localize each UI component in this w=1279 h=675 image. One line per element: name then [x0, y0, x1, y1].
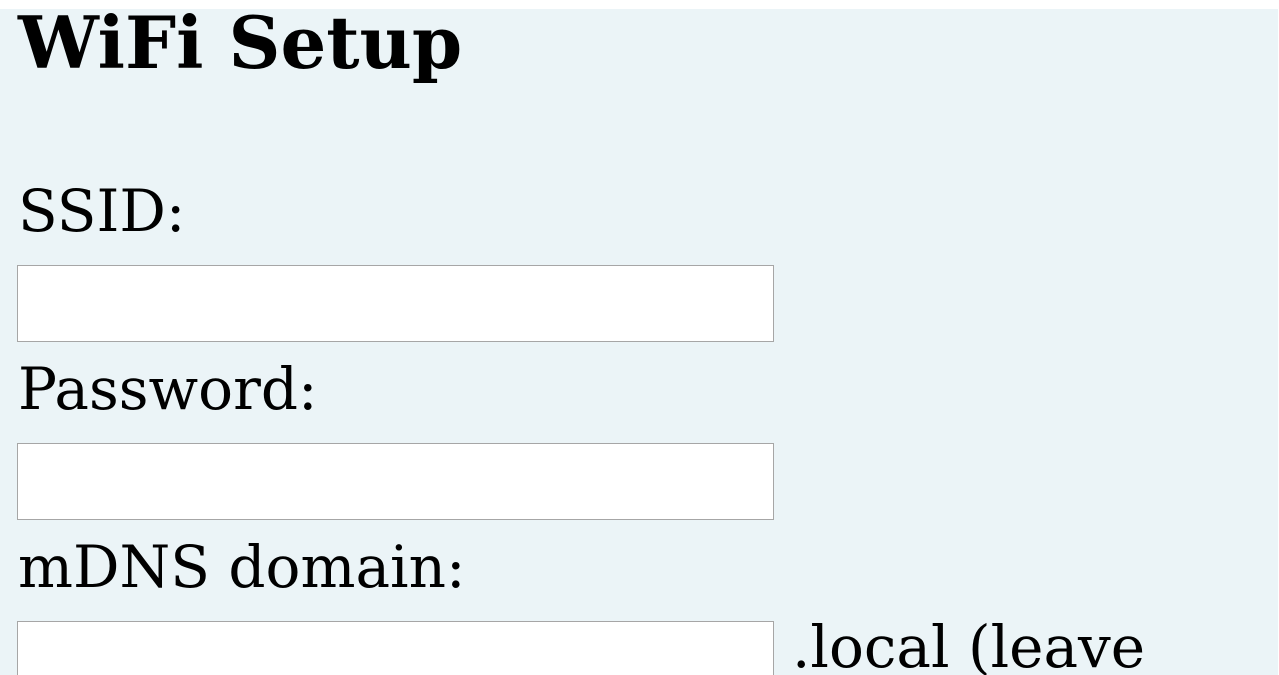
page-title: WiFi Setup	[18, 9, 463, 85]
password-label: Password:	[18, 355, 318, 423]
ssid-label: SSID:	[18, 177, 186, 245]
wifi-setup-page: WiFi Setup SSID: Password: mDNS domain: …	[0, 9, 1278, 675]
mdns-domain-input[interactable]	[17, 621, 774, 675]
mdns-domain-suffix: .local (leave	[792, 613, 1146, 675]
ssid-input[interactable]	[17, 265, 774, 342]
password-input[interactable]	[17, 443, 774, 520]
mdns-domain-label: mDNS domain:	[18, 533, 466, 601]
